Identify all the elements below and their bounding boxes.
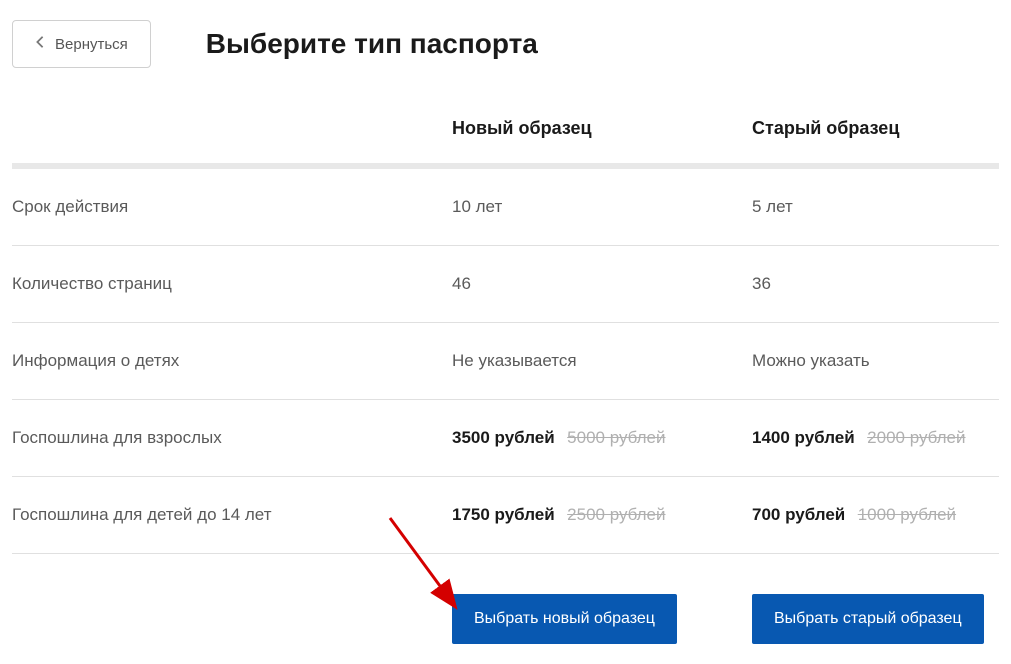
row-label: Срок действия [12,197,128,216]
table-row: Госпошлина для детей до 14 лет 1750 рубл… [12,477,999,554]
price-current: 1750 рублей [452,505,555,524]
table-row: Информация о детях Не указывается Можно … [12,323,999,400]
back-button[interactable]: Вернуться [12,20,151,68]
cell-value: 5 лет [752,197,793,216]
table-row: Количество страниц 46 36 [12,246,999,323]
button-row: Выбрать новый образец Выбрать старый обр… [12,554,999,644]
row-label: Информация о детях [12,351,179,370]
table-row: Госпошлина для взрослых 3500 рублей 5000… [12,400,999,477]
row-label: Госпошлина для взрослых [12,428,222,447]
row-label: Госпошлина для детей до 14 лет [12,505,271,524]
chevron-left-icon [35,35,45,53]
price-old: 2500 рублей [567,505,665,524]
select-new-button[interactable]: Выбрать новый образец [452,594,677,644]
page-title: Выберите тип паспорта [206,20,538,60]
cell-value: Можно указать [752,351,870,370]
cell-value: 46 [452,274,471,293]
cell-value: Не указывается [452,351,577,370]
row-label: Количество страниц [12,274,172,293]
table-row: Срок действия 10 лет 5 лет [12,169,999,246]
price-old: 5000 рублей [567,428,665,447]
column-header-new: Новый образец [452,118,592,138]
column-header-old: Старый образец [752,118,899,138]
price-old: 2000 рублей [867,428,965,447]
table-header-row: Новый образец Старый образец [12,118,999,163]
cell-value: 36 [752,274,771,293]
price-current: 1400 рублей [752,428,855,447]
price-old: 1000 рублей [858,505,956,524]
comparison-table: Новый образец Старый образец Срок действ… [12,118,999,644]
price-current: 700 рублей [752,505,845,524]
price-current: 3500 рублей [452,428,555,447]
back-button-label: Вернуться [55,36,128,53]
select-old-button[interactable]: Выбрать старый образец [752,594,984,644]
cell-value: 10 лет [452,197,502,216]
